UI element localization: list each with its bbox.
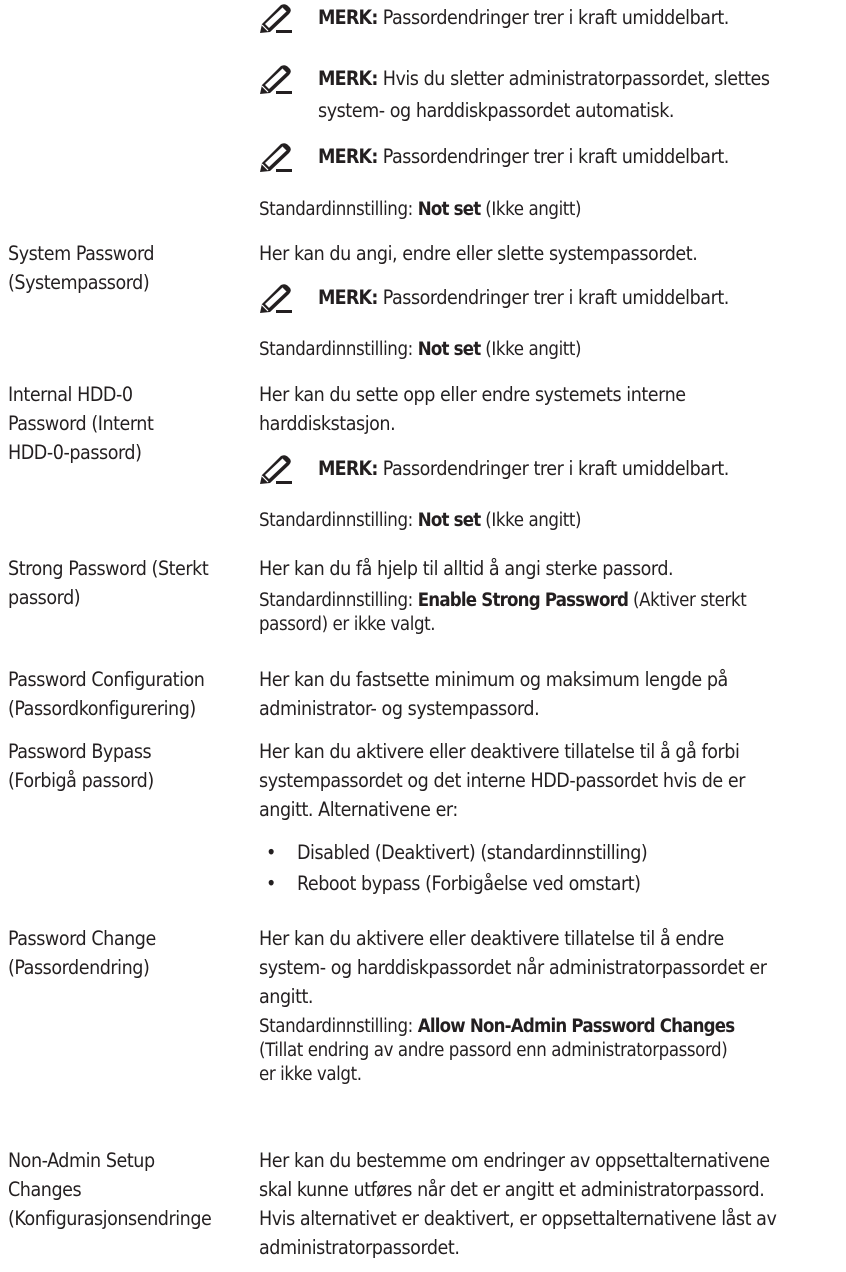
setting-label-non-admin-setup-changes: Non-Admin Setup Changes (Konfigurasjonse… (8, 1149, 212, 1230)
note-prefix: MERK: (318, 145, 378, 168)
setting-desc-password-change: Her kan du aktivere eller deaktivere til… (259, 927, 767, 1008)
note-prefix: MERK: (318, 67, 378, 90)
setting-desc-password-configuration: Her kan du fastsette minimum og maksimum… (259, 668, 728, 720)
pencil-note-icon (259, 455, 293, 485)
setting-desc-strong-password: Her kan du få hjelp til alltid å angi st… (259, 557, 674, 580)
setting-label-strong-password: Strong Password (Sterkt passord) (8, 557, 209, 609)
default-value: Not set (417, 510, 481, 531)
list-item: • Reboot bypass (Forbigåelse ved omstart) (266, 872, 641, 895)
document-page: MERK: Passordendringer trer i kraft umid… (0, 0, 846, 1272)
note-text: MERK: Passordendringer trer i kraft umid… (318, 454, 838, 483)
note-text: MERK: Hvis du sletter administratorpasso… (318, 64, 838, 125)
setting-desc-password-bypass: Her kan du aktivere eller deaktivere til… (259, 740, 745, 821)
setting-desc-system-password: Her kan du angi, endre eller slette syst… (259, 242, 698, 265)
setting-desc-non-admin-setup-changes: Her kan du bestemme om endringer av opps… (259, 1149, 777, 1259)
default-value: Not set (417, 199, 481, 220)
note-body-line1: Hvis du sletter administratorpassordet, … (377, 67, 770, 90)
default-setting: Standardinnstilling: Not set (Ikke angit… (259, 339, 582, 360)
pencil-note-icon (259, 284, 293, 314)
note-prefix: MERK: (318, 286, 378, 309)
default-value: Allow Non-Admin Password Changes (417, 1016, 735, 1037)
setting-label-password-configuration: Password Configuration (Passordkonfigure… (8, 668, 205, 720)
default-setting: Standardinnstilling: Not set (Ikke angit… (259, 510, 582, 531)
setting-desc-internal-hdd-password: Her kan du sette opp eller endre systeme… (259, 383, 686, 435)
note-text: MERK: Passordendringer trer i kraft umid… (318, 3, 838, 32)
setting-label-password-change: Password Change (Passordendring) (8, 927, 156, 979)
note-text: MERK: Passordendringer trer i kraft umid… (318, 283, 838, 312)
note-body: Passordendringer trer i kraft umiddelbar… (377, 145, 730, 168)
note-body: Passordendringer trer i kraft umiddelbar… (377, 286, 730, 309)
setting-label-internal-hdd-password: Internal HDD-0 Password (Internt HDD-0-p… (8, 383, 154, 464)
default-setting: Standardinnstilling: Not set (Ikke angit… (259, 199, 582, 220)
note-body-line2: system- og harddiskpassordet automatisk. (318, 99, 675, 122)
options-list: • Disabled (Deaktivert) (standardinnstill… (259, 837, 839, 899)
default-setting: Standardinnstilling: Allow Non-Admin Pas… (259, 1016, 735, 1085)
list-item: • Disabled (Deaktivert) (standardinnstill… (266, 841, 648, 864)
pencil-note-icon (259, 143, 293, 173)
pencil-note-icon (259, 4, 293, 34)
setting-label-system-password: System Password (Systempassord) (8, 242, 155, 294)
note-body: Passordendringer trer i kraft umiddelbar… (377, 457, 730, 480)
default-setting: Standardinnstilling: Enable Strong Passw… (259, 590, 747, 635)
setting-label-password-bypass: Password Bypass (Forbigå passord) (8, 740, 154, 792)
default-value: Enable Strong Password (417, 590, 629, 611)
note-prefix: MERK: (318, 6, 378, 29)
note-prefix: MERK: (318, 457, 378, 480)
note-body: Passordendringer trer i kraft umiddelbar… (377, 6, 730, 29)
pencil-note-icon (259, 65, 293, 95)
note-text: MERK: Passordendringer trer i kraft umid… (318, 142, 838, 171)
default-value: Not set (417, 339, 481, 360)
